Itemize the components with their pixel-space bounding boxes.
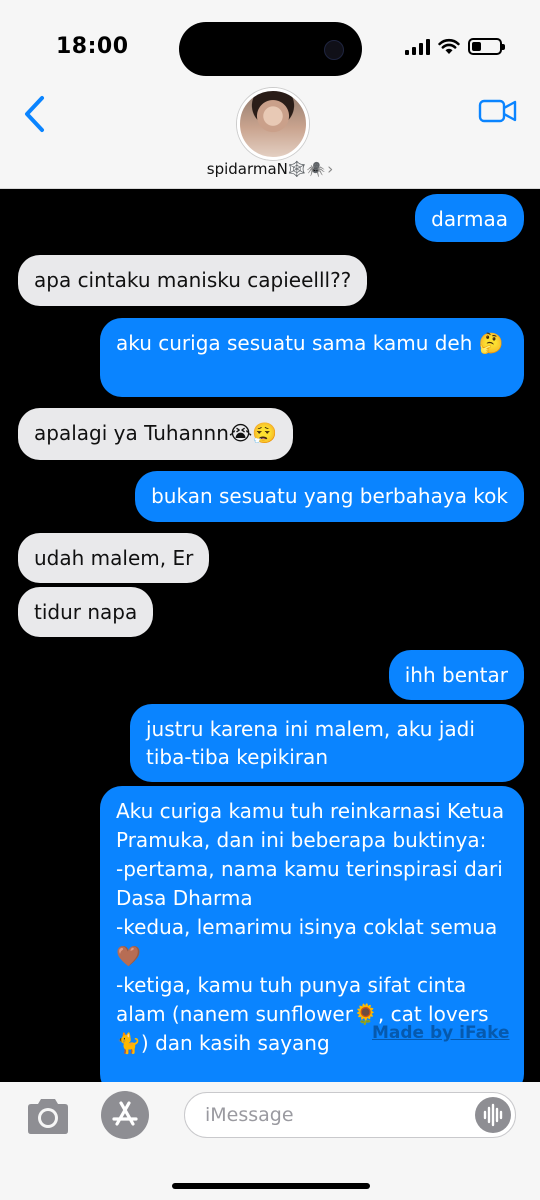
chevron-right-icon: ›: [327, 160, 334, 178]
composer-bar: iMessage: [0, 1082, 540, 1200]
contact-name: spidarmaN🕸️🕷️: [206, 160, 326, 178]
audio-waveform-icon: [483, 1103, 503, 1127]
wifi-icon: [438, 38, 460, 54]
message-bubble-outgoing[interactable]: darmaa: [415, 194, 524, 242]
back-button[interactable]: [20, 92, 50, 136]
message-bubble-outgoing[interactable]: aku curiga sesuatu sama kamu deh 🤔: [100, 318, 524, 397]
watermark: Made by iFake: [372, 1023, 510, 1043]
camera-button[interactable]: [24, 1096, 72, 1136]
chevron-left-icon: [25, 96, 44, 132]
contact-name-button[interactable]: spidarmaN🕸️🕷️ ›: [0, 160, 540, 178]
navigation-header: 18:00 spidarmaN🕸️🕷️ ›: [0, 0, 540, 189]
camera-icon: [28, 1099, 68, 1134]
message-bubble-outgoing[interactable]: Aku curiga kamu tuh reinkarnasi Ketua Pr…: [100, 786, 524, 1096]
cellular-signal-icon: [405, 38, 430, 55]
message-bubble-outgoing[interactable]: justru karena ini malem, aku jadi tiba-t…: [130, 704, 524, 782]
message-bubble-outgoing[interactable]: bukan sesuatu yang berbahaya kok: [135, 471, 524, 522]
app-store-button[interactable]: [101, 1091, 149, 1139]
status-time: 18:00: [56, 34, 129, 59]
imessage-placeholder: iMessage: [205, 1104, 294, 1126]
voice-message-button[interactable]: [475, 1097, 511, 1133]
contact-avatar[interactable]: [237, 88, 309, 160]
message-bubble-incoming[interactable]: apa cintaku manisku capieelll??: [18, 255, 368, 306]
message-bubble-incoming[interactable]: apalagi ya Tuhannn😭😮‍💨: [18, 408, 294, 460]
imessage-input[interactable]: iMessage: [184, 1092, 516, 1138]
facetime-video-button[interactable]: [478, 96, 518, 126]
video-camera-icon: [478, 99, 517, 123]
message-bubble-incoming[interactable]: tidur napa: [18, 587, 154, 637]
home-indicator: [172, 1183, 370, 1189]
status-indicators: [405, 38, 505, 55]
battery-icon: [468, 38, 505, 55]
message-bubble-incoming[interactable]: udah malem, Er: [18, 533, 210, 583]
app-store-icon: [112, 1101, 138, 1126]
dynamic-island: [179, 22, 362, 76]
front-camera-icon: [324, 40, 344, 60]
message-bubble-outgoing[interactable]: ihh bentar: [388, 650, 524, 700]
